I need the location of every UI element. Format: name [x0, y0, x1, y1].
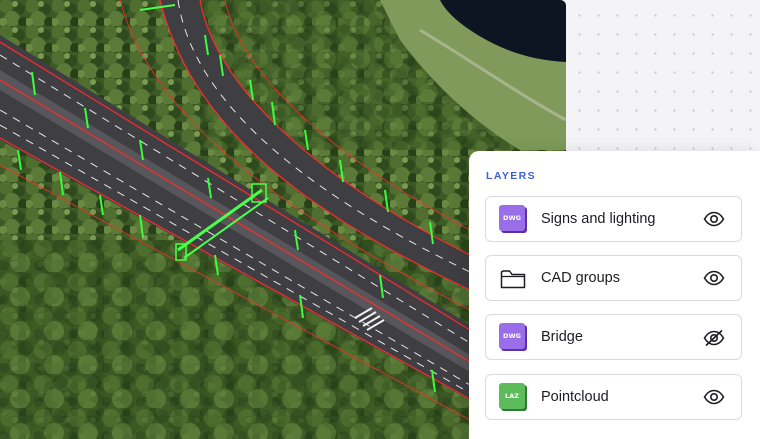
eye-off-icon[interactable] — [703, 329, 725, 347]
layer-label: Pointcloud — [541, 389, 609, 405]
layer-item-bridge[interactable]: DWG Bridge — [485, 314, 742, 360]
layer-item-cad-groups[interactable]: CAD groups — [485, 255, 742, 301]
eye-icon[interactable] — [703, 270, 725, 286]
eye-icon[interactable] — [703, 389, 725, 405]
folder-icon — [500, 270, 526, 289]
dwg-file-icon: DWG — [499, 205, 527, 233]
layer-item-pointcloud[interactable]: LAZ Pointcloud — [485, 374, 742, 420]
layer-label: CAD groups — [541, 270, 620, 286]
eye-icon[interactable] — [703, 211, 725, 227]
panel-title: LAYERS — [486, 170, 537, 182]
dwg-file-icon: DWG — [499, 323, 527, 351]
layer-label: Bridge — [541, 329, 583, 345]
layer-item-signs-and-lighting[interactable]: DWG Signs and lighting — [485, 196, 742, 242]
laz-file-icon: LAZ — [499, 383, 527, 411]
layers-panel: LAYERS DWG Signs and lighting CAD groups… — [469, 151, 760, 439]
layer-label: Signs and lighting — [541, 211, 656, 227]
